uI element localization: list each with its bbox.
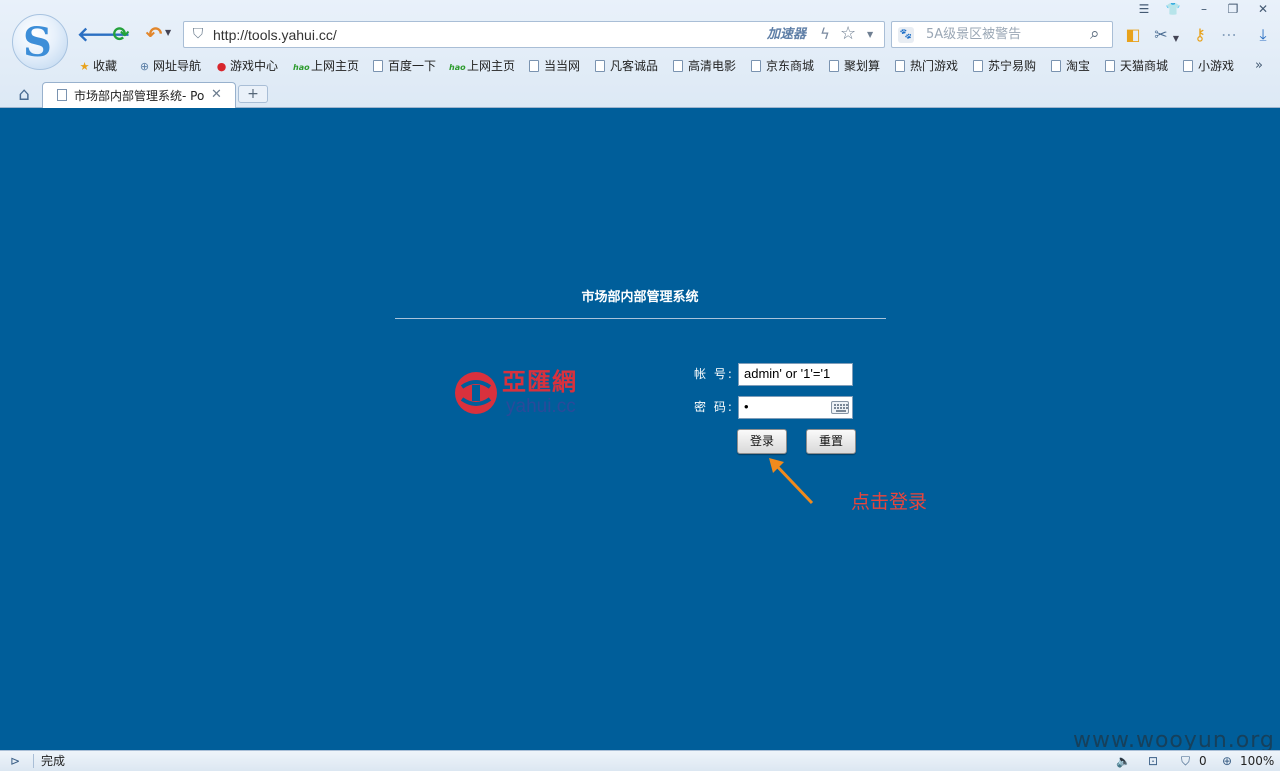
bookmark-star-icon[interactable]: ☆ [840, 24, 856, 44]
tab-bar: ⌂ 市场部内部管理系统- Po ✕ + [0, 81, 1280, 108]
bookmark-item[interactable]: ★ 收藏 [78, 57, 117, 75]
brand-name-en: yahui.cc [506, 396, 576, 417]
annotation-arrow-icon [769, 458, 814, 505]
minimize-button[interactable]: – [1191, 1, 1217, 17]
bookmark-item[interactable]: 苏宁易购 [973, 57, 1036, 75]
brand-logo: 亞匯網 yahui.cc [452, 366, 592, 422]
search-box[interactable]: 🐾 5A级景区被警告 ⌕ [891, 21, 1113, 48]
page-icon [1105, 60, 1115, 72]
shield-icon: ⛉ [192, 26, 204, 42]
bookmark-item[interactable]: 高清电影 [673, 57, 736, 75]
adblock-count: 0 [1199, 754, 1207, 768]
keyboard-icon[interactable] [831, 401, 849, 414]
refresh-icon[interactable]: ⟳ [108, 22, 134, 46]
status-divider [33, 754, 34, 768]
tab-active[interactable]: 市场部内部管理系统- Po ✕ [42, 82, 236, 108]
page-icon [1183, 60, 1193, 72]
star-icon: ★ [79, 60, 90, 73]
game-icon: ● [216, 60, 227, 73]
brand-mark-icon [455, 372, 497, 414]
hao-icon: hao [449, 63, 466, 72]
home-icon[interactable]: ⌂ [12, 84, 36, 106]
page-icon [57, 89, 67, 101]
page-icon [529, 60, 539, 72]
accelerator-label[interactable]: 加速器 [767, 27, 806, 43]
bookmark-item[interactable]: 百度一下 [373, 57, 436, 75]
bookmark-item[interactable]: 凡客诚品 [595, 57, 658, 75]
page-title: 市场部内部管理系统 [581, 290, 699, 305]
page-icon [1051, 60, 1061, 72]
url-text[interactable]: http://tools.yahui.cc/ [213, 26, 337, 44]
bookmark-item[interactable]: 淘宝 [1051, 57, 1090, 75]
brand-name-cn: 亞匯網 [502, 367, 577, 396]
search-engine-icon[interactable]: 🐾 [898, 27, 914, 43]
bookmark-item[interactable]: hao上网主页 [449, 57, 515, 75]
status-text: 完成 [41, 754, 66, 768]
account-input[interactable]: admin' or '1'='1 [738, 363, 853, 386]
tshirt-icon[interactable]: 👕 [1160, 1, 1186, 17]
hao-icon: hao [293, 63, 310, 72]
bookmark-item[interactable]: ⊕ 网址导航 [138, 57, 201, 75]
globe-icon: ⊕ [139, 60, 150, 73]
scissors-icon[interactable]: ✂ [1150, 24, 1172, 46]
adblock-icon[interactable]: ⛉ [1181, 753, 1190, 769]
bookmark-item[interactable]: 热门游戏 [895, 57, 958, 75]
bookmark-item[interactable]: 小游戏 [1183, 57, 1234, 75]
page-content: 市场部内部管理系统 亞匯網 yahui.cc 帐 号: admin' or '1… [0, 109, 1280, 750]
page-icon [373, 60, 383, 72]
back-arrow-icon[interactable]: 🡐 [77, 22, 131, 46]
status-bar: ⊳ 完成 🔈 ⊡ ⛉ 0 ⊕ 100% [0, 750, 1280, 771]
password-label: 密 码: [694, 400, 734, 414]
scissors-dropdown-icon[interactable]: ▼ [1171, 28, 1181, 50]
new-tab-button[interactable]: + [238, 85, 268, 103]
menu-icon[interactable]: ☰ [1131, 1, 1157, 17]
search-input[interactable]: 5A级景区被警告 [926, 27, 1021, 43]
close-window-button[interactable]: ✕ [1250, 1, 1276, 17]
bookmark-item[interactable]: 天猫商城 [1105, 57, 1168, 75]
download-icon[interactable]: ⤓ [1252, 24, 1274, 46]
restore-button[interactable]: ❐ [1220, 1, 1246, 17]
bookmark-item[interactable]: hao上网主页 [293, 57, 359, 75]
undo-dropdown-icon[interactable]: ▼ [165, 28, 171, 37]
address-bar[interactable]: ⛉ http://tools.yahui.cc/ 加速器 ϟ ☆ ▼ [183, 21, 885, 48]
title-divider [395, 318, 886, 319]
page-icon [751, 60, 761, 72]
browser-chrome: S ☰ 👕 – ❐ ✕ 🡐 ⟳ ↶ ▼ ⛉ http://tools.yahui… [0, 0, 1280, 108]
tab-title: 市场部内部管理系统- Po [74, 89, 205, 103]
annotation-text: 点击登录 [851, 491, 928, 513]
bookmark-item[interactable]: ● 游戏中心 [215, 57, 278, 75]
page-icon [673, 60, 683, 72]
sidebar-expand-icon[interactable]: ⊳ [10, 753, 20, 769]
more-tools-icon[interactable]: ⋯ [1218, 24, 1240, 46]
key-icon[interactable]: ⚷ [1189, 24, 1211, 46]
zoom-level[interactable]: 100% [1240, 753, 1274, 769]
lightning-icon[interactable]: ϟ [820, 25, 830, 43]
toolbox-icon[interactable]: ⊡ [1148, 753, 1158, 769]
sogou-browser-logo[interactable]: S [12, 14, 68, 70]
search-icon[interactable]: ⌕ [1090, 23, 1100, 45]
close-icon[interactable]: ✕ [211, 87, 222, 103]
sidebar-toggle-icon[interactable]: ◧ [1122, 24, 1144, 46]
page-icon [895, 60, 905, 72]
bookmark-item[interactable]: 当当网 [529, 57, 580, 75]
page-icon [829, 60, 839, 72]
account-label: 帐 号: [694, 367, 734, 381]
bookmark-item[interactable]: 聚划算 [829, 57, 880, 75]
zoom-icon[interactable]: ⊕ [1222, 753, 1232, 769]
bookmark-item[interactable]: 京东商城 [751, 57, 814, 75]
chevron-right-icon[interactable]: » [1255, 57, 1263, 75]
address-dropdown-icon[interactable]: ▼ [867, 30, 873, 39]
page-icon [973, 60, 983, 72]
undo-icon[interactable]: ↶ [141, 22, 167, 46]
page-icon [595, 60, 605, 72]
volume-icon[interactable]: 🔈 [1116, 753, 1131, 769]
